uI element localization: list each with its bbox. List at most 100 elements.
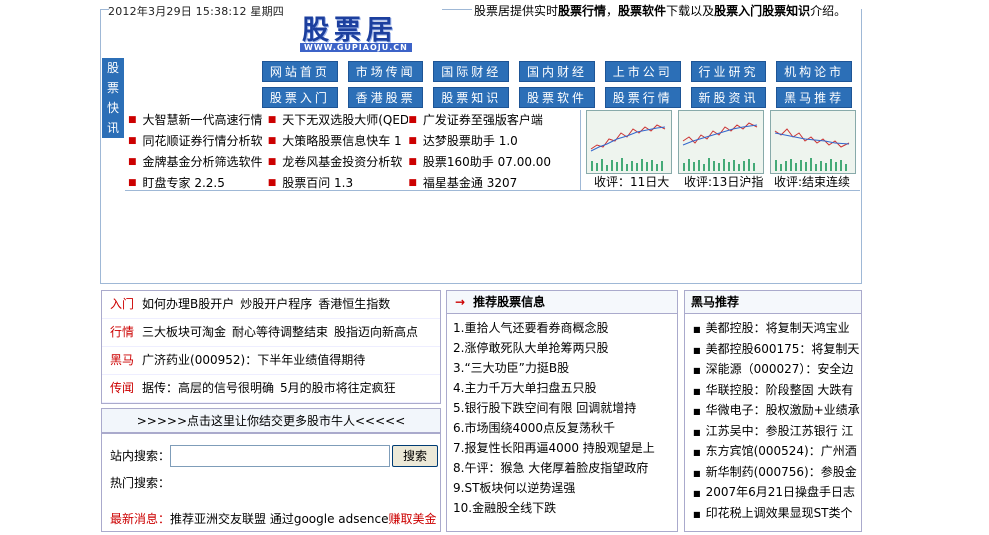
article-title: 美都控股：将复制天鸿宝业 [705,321,850,335]
article-link[interactable]: ■ 2007年6月21日操盘手日志 [685,482,861,503]
divider [580,110,581,190]
list-item[interactable]: ■ 达梦股票助手 1.0 [408,131,578,152]
item-label: 同花顺证券行情分析软 [142,134,263,148]
news-link[interactable]: 5月的股市将往定疯狂 [280,375,396,402]
news-link[interactable]: 耐心等待调整结束 [232,319,328,346]
software-list: ■ 大智慧新一代高速行情 ■ 天下无双选股大师(QED ■ 广发证券至强版客户端 ■ 同… [128,110,578,194]
recommended-stocks-panel: → 推荐股票信息 1.重拾人气还要看券商概念股 2.涨停敢死队大单抢筹两只股 3.… [446,290,678,532]
divider [125,190,860,191]
nav-stock-software[interactable]: 股票软件 [519,87,595,108]
list-item[interactable]: ■ 同花顺证券行情分析软 [128,131,268,152]
news-link[interactable]: 三大板块可淘金 [142,319,226,346]
article-link[interactable]: ■ 华微电子：股权激励+业绩承 [685,400,861,421]
article-title: 东方宾馆(000524)：广州酒 [705,444,857,458]
nav-domestic-finance[interactable]: 国内财经 [519,61,595,82]
list-item[interactable]: ■ 龙卷风基金投资分析软 [268,152,409,173]
item-label: 大智慧新一代高速行情 [142,113,263,127]
nav-ipo-news[interactable]: 新股资讯 [690,87,767,108]
nav-stock-quotes[interactable]: 股票行情 [604,87,681,108]
article-link[interactable]: ■ 印花税上调效果显现ST类个 [685,503,861,524]
news-category-tag[interactable]: 传闻 [110,375,134,402]
nav-listed-companies[interactable]: 上市公司 [604,61,681,82]
news-link[interactable]: 香港恒生指数 [318,291,390,318]
bullet-icon: ■ [408,136,417,146]
news-link[interactable]: 炒股开户程序 [240,291,312,318]
article-link[interactable]: ■ 华联控股：阶段整固 大跌有 [685,380,861,401]
label-char: 票 [106,81,119,95]
news-link[interactable]: 广济药业(000952)：下半年业绩值得期待 [142,347,365,374]
article-link[interactable]: 4.主力千万大单扫盘五只股 [447,378,677,398]
nav-market-rumors[interactable]: 市场传闻 [347,61,424,82]
panel-title: 黑马推荐 [685,291,861,314]
article-title: 印花税上调效果显现ST类个 [705,505,853,520]
list-item[interactable]: ■ 股票160助手 07.00.00 [408,152,578,173]
item-label: 广发证券至强版客户端 [422,113,543,127]
article-link[interactable]: 6.市场围绕4000点反复荡秋千 [447,418,677,438]
list-item[interactable]: ■ 广发证券至强版客户端 [408,110,578,131]
list-item[interactable]: ■ 大策略股票信息快车 1 [268,131,409,152]
news-category-tag[interactable]: 行情 [110,319,134,346]
panel-title: 推荐股票信息 [473,295,546,309]
bullet-icon: ■ [408,157,417,167]
bullet-icon: ■ [693,325,701,334]
article-link[interactable]: 8.午评：猴急 大佬厚着脸皮指望政府 [447,458,677,478]
article-link[interactable]: 5.银行股下跌空间有限 回调就增持 [447,398,677,418]
article-link[interactable]: 3.“三大功臣”力挺B股 [447,358,677,378]
thumbnail-caption[interactable]: 收评：11日大 [594,173,669,190]
list-item[interactable]: ■ 大智慧新一代高速行情 [128,110,268,131]
article-link[interactable]: ■ 深能源（000027）：安全边 [685,359,861,380]
article-link[interactable]: ■ 江苏吴中：参股江苏银行 江 [685,421,861,442]
nav-institution-views[interactable]: 机构论市 [776,61,853,82]
thumbnail-caption[interactable]: 收评:结束连续 [774,173,850,190]
article-link[interactable]: 2.涨停敢死队大单抢筹两只股 [447,338,677,358]
article-link[interactable]: 7.报复性长阳再逼4000 持股观望是上 [447,438,677,458]
article-link[interactable]: ■ 美都控股：将复制天鸿宝业 [685,318,861,339]
bullet-icon: ■ [693,366,701,375]
news-link[interactable]: 据传：高层的信号很明确 [142,375,274,402]
stock-chart-thumbnail[interactable] [586,110,672,174]
nav-home[interactable]: 网站首页 [262,61,338,82]
search-label: 站内搜索： [110,449,171,463]
item-label: 股票160助手 07.00.00 [422,155,552,169]
stock-chart-thumbnail[interactable] [770,110,856,174]
list-item[interactable]: ■ 天下无双选股大师(QED [268,110,409,131]
nav-industry-research[interactable]: 行业研究 [690,61,767,82]
bullet-icon: ■ [128,115,137,125]
label-char: 快 [106,101,119,115]
latest-news-link[interactable]: 赚取美金 [388,512,436,526]
bullet-icon: ■ [128,136,137,146]
article-link[interactable]: 9.ST板块何以逆势逞强 [447,478,677,498]
nav-stock-knowledge[interactable]: 股票知识 [433,87,510,108]
bullet-icon: ■ [693,468,701,478]
thumbnail-caption[interactable]: 收评:13日沪指 [684,173,763,190]
news-link[interactable]: 股指迈向新高点 [334,319,418,346]
article-list: 1.重拾人气还要看券商概念股 2.涨停敢死队大单抢筹两只股 3.“三大功臣”力挺… [447,314,677,518]
nav-intl-finance[interactable]: 国际财经 [433,61,510,82]
news-row: 黑马 广济药业(000952)：下半年业绩值得期待 [102,347,440,375]
article-link[interactable]: ■ 东方宾馆(000524)：广州酒 [685,441,861,462]
article-link[interactable]: 10.金融股全线下跌 [447,498,677,518]
search-input[interactable] [170,445,390,467]
nav-dark-horse[interactable]: 黑马推荐 [776,87,853,108]
news-category-tag[interactable]: 黑马 [110,347,134,374]
news-link[interactable]: 如何办理B股开户 [142,291,234,318]
article-link[interactable]: 1.重拾人气还要看券商概念股 [447,318,677,338]
bullet-icon: ■ [693,345,701,355]
search-button[interactable]: 搜索 [392,445,438,467]
article-title: 2007年6月21日操盘手日志 [705,485,856,499]
bullet-icon: ■ [693,407,701,416]
news-category-tag[interactable]: 入门 [110,291,134,318]
latest-news-link[interactable]: 推荐亚洲交友联盟 通过google adsence [170,512,388,526]
news-row: 行情 三大板块可淘金 耐心等待调整结束 股指迈向新高点 [102,319,440,347]
community-banner-link[interactable]: >>>>>点击这里让你结交更多股市牛人<<<<< [101,408,441,434]
main-nav: 网站首页 市场传闻 国际财经 国内财经 上市公司 行业研究 机构论市 股票入门 … [262,61,862,113]
nav-hk-stocks[interactable]: 香港股票 [347,87,424,108]
list-item[interactable]: ■ 金牌基金分析筛选软件 [128,152,268,173]
chart-image [771,111,855,173]
nav-stock-basics[interactable]: 股票入门 [262,87,338,108]
stock-chart-thumbnail[interactable] [678,110,764,174]
bullet-icon: ■ [128,157,137,167]
article-link[interactable]: ■ 新华制药(000756)：参股金 [685,462,861,483]
article-link[interactable]: ■ 美都控股600175：将复制天 [685,339,861,360]
bullet-icon: ■ [267,157,277,167]
